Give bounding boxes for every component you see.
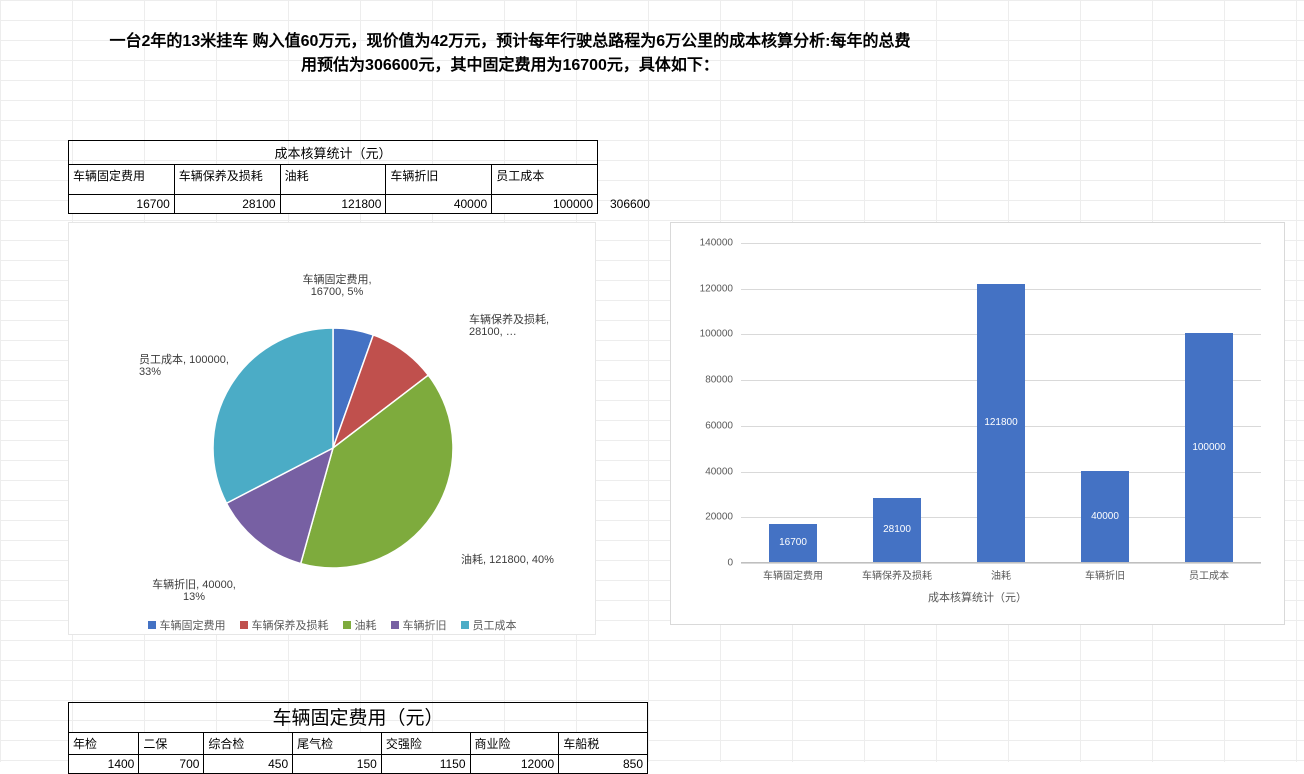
bar-2[interactable]: 121800	[977, 284, 1025, 562]
title-line-2: 用预估为306600元，其中固定费用为16700元，具体如下：	[301, 57, 719, 74]
pie-legend: 车辆固定费用车辆保养及损耗油耗车辆折旧员工成本	[69, 617, 595, 633]
summary-col-0: 车辆固定费用	[69, 165, 175, 195]
fixed-col-3: 尾气检	[293, 733, 382, 755]
bar-4[interactable]: 100000	[1185, 333, 1233, 562]
fixed-val-5: 12000	[470, 755, 559, 774]
bar-value-label: 121800	[984, 417, 1017, 428]
summary-total: 306600	[610, 197, 650, 211]
bar-xtick-0: 车辆固定费用	[748, 567, 838, 582]
fixed-col-5: 商业险	[470, 733, 559, 755]
bar-value-label: 40000	[1091, 511, 1119, 522]
fixed-col-2: 综合检	[204, 733, 293, 755]
pie-legend-item-3[interactable]: 车辆折旧	[391, 617, 447, 633]
summary-col-1: 车辆保养及损耗	[174, 165, 280, 195]
pie-label-4: 员工成本, 100000,33%	[139, 352, 229, 378]
pie-label-3: 车辆折旧, 40000,13%	[152, 577, 236, 603]
bar-xtick-2: 油耗	[956, 567, 1046, 582]
bar-xtick-1: 车辆保养及损耗	[852, 567, 942, 582]
pie-svg: 车辆固定费用,16700, 5% 车辆保养及损耗,28100, … 油耗, 1218…	[69, 253, 597, 603]
bar-ytick: 120000	[673, 283, 733, 294]
bar-ytick: 80000	[673, 375, 733, 386]
bar-x-axis-title: 成本核算统计（元）	[671, 589, 1284, 605]
bar-ytick: 140000	[673, 238, 733, 249]
fixed-col-4: 交强险	[381, 733, 470, 755]
bar-plot: 0200004000060000800001000001200001400001…	[741, 243, 1261, 563]
fixed-val-0: 1400	[69, 755, 139, 774]
bar-0[interactable]: 16700	[769, 524, 817, 562]
bar-xtick-4: 员工成本	[1164, 567, 1254, 582]
fixed-val-6: 850	[559, 755, 648, 774]
bar-gridline	[741, 243, 1261, 244]
bar-value-label: 100000	[1192, 442, 1225, 453]
bar-value-label: 28100	[883, 524, 911, 535]
summary-val-1: 28100	[174, 195, 280, 214]
bar-ytick: 0	[673, 558, 733, 569]
pie-legend-item-4[interactable]: 员工成本	[461, 617, 517, 633]
pie-legend-item-1[interactable]: 车辆保养及损耗	[240, 617, 329, 633]
fixed-val-3: 150	[293, 755, 382, 774]
pie-label-2: 油耗, 121800, 40%	[461, 552, 554, 566]
bar-xtick-3: 车辆折旧	[1060, 567, 1150, 582]
fixed-col-0: 年检	[69, 733, 139, 755]
pie-label-1: 车辆保养及损耗,28100, …	[469, 312, 549, 338]
title-line-1: 一台2年的13米挂车 购入值60万元，现价值为42万元，预计每年行驶总路程为6万…	[110, 33, 911, 50]
bar-ytick: 40000	[673, 466, 733, 477]
summary-col-2: 油耗	[280, 165, 386, 195]
fixed-cost-table: 车辆固定费用（元） 年检二保综合检尾气检交强险商业险车船税 1400700450…	[68, 702, 648, 774]
page-title: 一台2年的13米挂车 购入值60万元，现价值为42万元，预计每年行驶总路程为6万…	[0, 30, 1020, 78]
summary-col-4: 员工成本	[492, 165, 598, 195]
fixed-cost-title: 车辆固定费用（元）	[68, 702, 648, 732]
summary-val-3: 40000	[386, 195, 492, 214]
fixed-val-1: 700	[139, 755, 204, 774]
bar-ytick: 20000	[673, 512, 733, 523]
summary-table-title: 成本核算统计（元）	[68, 140, 598, 164]
summary-col-3: 车辆折旧	[386, 165, 492, 195]
bar-ytick: 100000	[673, 329, 733, 340]
summary-table: 成本核算统计（元） 车辆固定费用车辆保养及损耗油耗车辆折旧员工成本 167002…	[68, 140, 598, 214]
pie-legend-item-0[interactable]: 车辆固定费用	[148, 617, 226, 633]
summary-val-2: 121800	[280, 195, 386, 214]
pie-legend-item-2[interactable]: 油耗	[343, 617, 377, 633]
pie-chart[interactable]: 车辆固定费用,16700, 5% 车辆保养及损耗,28100, … 油耗, 1218…	[68, 222, 596, 635]
bar-1[interactable]: 28100	[873, 498, 921, 562]
fixed-col-6: 车船税	[559, 733, 648, 755]
summary-val-0: 16700	[69, 195, 175, 214]
bar-ytick: 60000	[673, 420, 733, 431]
bar-chart[interactable]: 0 20000 40000 60000 80000 100000 120000 140000 1…	[670, 222, 1285, 625]
bar-gridline	[741, 563, 1261, 564]
bar-value-label: 16700	[779, 537, 807, 548]
bar-3[interactable]: 40000	[1081, 471, 1129, 562]
pie-label-0: 车辆固定费用,16700, 5%	[302, 272, 371, 298]
fixed-col-1: 二保	[139, 733, 204, 755]
summary-val-4: 100000	[492, 195, 598, 214]
fixed-val-4: 1150	[381, 755, 470, 774]
fixed-val-2: 450	[204, 755, 293, 774]
